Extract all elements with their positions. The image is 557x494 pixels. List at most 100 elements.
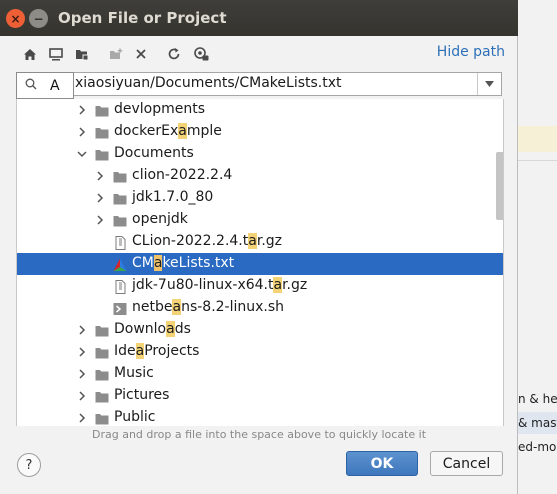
- tree-row-label: IdeaProjects: [114, 343, 199, 359]
- tree-row[interactable]: IdeaProjects: [17, 341, 503, 363]
- search-match-highlight: a: [166, 321, 175, 337]
- path-field[interactable]: xiaosiyuan/Documents/CMakeLists.txt: [16, 72, 502, 96]
- home-icon[interactable]: [22, 46, 38, 62]
- delete-icon[interactable]: [133, 46, 149, 62]
- tree-row-label: dockerExample: [114, 123, 222, 139]
- background-row: n & he: [518, 392, 557, 406]
- help-button[interactable]: ?: [17, 453, 41, 477]
- title-bar: × − Open File or Project: [0, 0, 518, 36]
- label-text: openjdk: [132, 211, 188, 227]
- chevron-right-icon[interactable]: [75, 102, 89, 118]
- tree-row[interactable]: CMakeLists.txt: [17, 253, 503, 275]
- background-divider: [518, 160, 557, 161]
- label-text: jdk1.7.0_80: [132, 189, 214, 205]
- path-field-value: xiaosiyuan/Documents/CMakeLists.txt: [75, 75, 342, 91]
- tree-row-label: netbeans-8.2-linux.sh: [132, 299, 284, 315]
- hide-path-link[interactable]: Hide path: [437, 44, 505, 60]
- label-text: Projects: [144, 343, 200, 359]
- background-row: & mast: [518, 412, 557, 434]
- path-history-dropdown[interactable]: [477, 73, 501, 95]
- chevron-right-icon[interactable]: [93, 168, 107, 184]
- folder-icon: [95, 125, 109, 139]
- speed-search-query: A: [50, 78, 60, 94]
- tree-row[interactable]: clion-2022.2.4: [17, 165, 503, 187]
- chevron-right-icon[interactable]: [75, 322, 89, 338]
- tree-row[interactable]: Public: [17, 407, 503, 426]
- tree-row-label: Public: [114, 409, 155, 425]
- tree-row-label: jdk-7u80-linux-x64.tar.gz: [132, 277, 307, 293]
- label-text: Music: [114, 365, 154, 381]
- tree-row[interactable]: dockerExample: [17, 121, 503, 143]
- tree-row[interactable]: netbeans-8.2-linux.sh: [17, 297, 503, 319]
- label-text: dockerEx: [114, 123, 179, 139]
- new-folder-icon[interactable]: [108, 46, 124, 62]
- label-text: Downlo: [114, 321, 167, 337]
- tree-row[interactable]: devlopments: [17, 99, 503, 121]
- tree-row-label: Documents: [114, 145, 194, 161]
- search-match-highlight: a: [172, 299, 182, 315]
- folder-icon: [95, 345, 109, 359]
- show-hidden-files-icon[interactable]: [193, 46, 209, 62]
- folder-icon: [113, 191, 127, 205]
- chevron-right-icon[interactable]: [75, 344, 89, 360]
- refresh-icon[interactable]: [166, 46, 182, 62]
- search-match-highlight: a: [135, 343, 145, 359]
- folder-icon: [95, 147, 109, 161]
- chevron-right-icon[interactable]: [75, 388, 89, 404]
- search-match-highlight: a: [248, 233, 257, 249]
- label-text: Ide: [114, 343, 136, 359]
- close-window-button[interactable]: ×: [6, 9, 25, 28]
- folder-icon: [95, 389, 109, 403]
- tree-row[interactable]: Pictures: [17, 385, 503, 407]
- chevron-down-icon[interactable]: [75, 146, 89, 162]
- archive-file-icon: [113, 235, 127, 250]
- tree-row[interactable]: CLion-2022.2.4.tar.gz: [17, 231, 503, 253]
- toolbar: Hide path: [0, 36, 518, 72]
- tree-row-label: CLion-2022.2.4.tar.gz: [132, 233, 282, 249]
- chevron-down-icon: [485, 81, 494, 87]
- tree-row[interactable]: Downloads: [17, 319, 503, 341]
- folder-icon: [95, 103, 109, 117]
- chevron-right-icon[interactable]: [93, 190, 107, 206]
- label-text: devlopments: [114, 101, 206, 117]
- chevron-right-icon[interactable]: [75, 410, 89, 426]
- desktop-icon[interactable]: [48, 46, 64, 62]
- search-icon: [25, 78, 37, 90]
- folder-icon: [95, 411, 109, 425]
- search-match-highlight: a: [273, 277, 283, 293]
- tree-row-label: devlopments: [114, 101, 205, 117]
- tree-row-label: Pictures: [114, 387, 169, 403]
- cancel-button[interactable]: Cancel: [430, 451, 503, 476]
- ok-button[interactable]: OK: [346, 451, 418, 476]
- label-text: r.gz: [256, 233, 282, 249]
- background-highlight-band: [518, 126, 557, 152]
- tree-row-label: Downloads: [114, 321, 191, 337]
- tree-row[interactable]: jdk1.7.0_80: [17, 187, 503, 209]
- tree-scrollbar[interactable]: [496, 152, 503, 220]
- tree-row[interactable]: openjdk: [17, 209, 503, 231]
- search-match-highlight: a: [178, 123, 187, 139]
- tree-row[interactable]: jdk-7u80-linux-x64.tar.gz: [17, 275, 503, 297]
- label-text: netbe: [132, 299, 173, 315]
- label-text: clion-2022.2.4: [132, 167, 233, 183]
- drag-drop-hint: Drag and drop a file into the space abov…: [91, 428, 427, 441]
- tree-row[interactable]: Documents: [17, 143, 503, 165]
- label-text: Documents: [114, 145, 194, 161]
- label-text: CLion-2022.2.4.t: [132, 233, 249, 249]
- tree-row-label: Music: [114, 365, 154, 381]
- speed-search-popup[interactable]: A: [16, 72, 74, 99]
- minimize-window-button[interactable]: −: [29, 9, 48, 28]
- file-tree[interactable]: devlopments dockerExample Documents clion-2…: [16, 99, 504, 426]
- tree-row-label: openjdk: [132, 211, 188, 227]
- chevron-right-icon[interactable]: [93, 212, 107, 228]
- chevron-right-icon[interactable]: [75, 366, 89, 382]
- tree-row-label: clion-2022.2.4: [132, 167, 232, 183]
- cmake-icon: [113, 257, 127, 271]
- tree-row[interactable]: Music: [17, 363, 503, 385]
- background-row: ed-mo: [518, 440, 557, 454]
- chevron-right-icon[interactable]: [75, 124, 89, 140]
- project-folder-icon[interactable]: [74, 46, 90, 62]
- folder-icon: [113, 169, 127, 183]
- label-text: mple: [186, 123, 222, 139]
- folder-icon: [95, 367, 109, 381]
